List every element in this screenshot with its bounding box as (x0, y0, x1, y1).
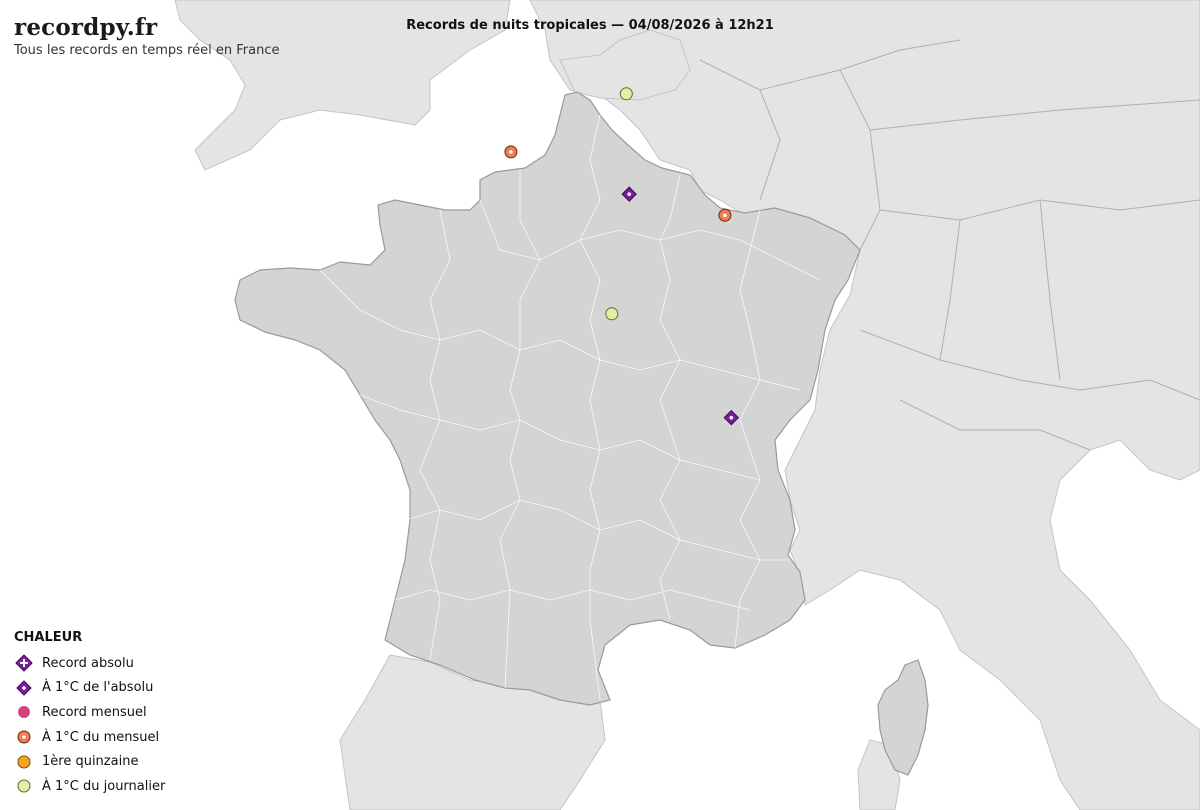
diamond-dot-icon (16, 680, 32, 696)
diamond-plus-icon (15, 654, 33, 673)
station-marker-proche-mensuel[interactable] (718, 208, 732, 222)
station-marker-proche-mensuel[interactable] (504, 145, 518, 159)
pink-circle-icon (18, 706, 30, 719)
amber-circle-icon (17, 755, 31, 769)
legend-item-proche-journalier[interactable]: À 1°C du journalier (14, 774, 165, 799)
legend: CHALEUR Record absolu À 1°C de l'absolu … (14, 630, 165, 799)
legend-label: À 1°C de l'absolu (42, 680, 154, 696)
legend-label: À 1°C du journalier (42, 778, 166, 794)
legend-label: Record mensuel (42, 704, 147, 720)
orange-dot-circle-icon (17, 730, 31, 744)
legend-label: À 1°C du mensuel (42, 729, 160, 745)
map[interactable] (0, 0, 1200, 810)
legend-item-quinzaine[interactable]: 1ère quinzaine (14, 749, 165, 774)
station-marker-proche-journalier[interactable] (619, 87, 633, 101)
legend-item-proche-mensuel[interactable]: À 1°C du mensuel (14, 725, 165, 750)
legend-item-record-mensuel[interactable]: Record mensuel (14, 700, 165, 725)
brand-subtitle: Tous les records en temps réel en France (14, 43, 280, 58)
legend-label: 1ère quinzaine (42, 754, 139, 770)
legend-title: CHALEUR (14, 630, 83, 645)
legend-item-proche-absolu[interactable]: À 1°C de l'absolu (14, 676, 165, 701)
legend-label: Record absolu (42, 655, 134, 671)
lime-circle-icon (17, 779, 31, 793)
legend-item-record-absolu[interactable]: Record absolu (14, 651, 165, 676)
station-marker-proche-journalier[interactable] (605, 307, 619, 321)
map-title: Records de nuits tropicales — 04/08/2026… (406, 18, 774, 33)
